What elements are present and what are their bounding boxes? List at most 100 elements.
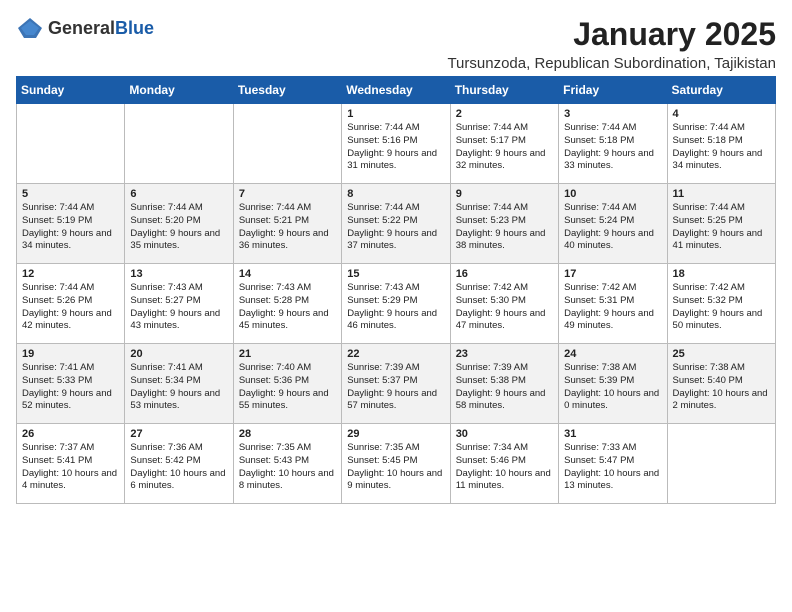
day-info: Sunrise: 7:39 AMSunset: 5:38 PMDaylight:… — [456, 362, 553, 413]
calendar-cell — [667, 424, 775, 504]
day-number: 26 — [22, 428, 119, 440]
day-info: Sunrise: 7:44 AMSunset: 5:25 PMDaylight:… — [673, 202, 770, 253]
calendar-cell: 26Sunrise: 7:37 AMSunset: 5:41 PMDayligh… — [17, 424, 125, 504]
calendar-cell: 22Sunrise: 7:39 AMSunset: 5:37 PMDayligh… — [342, 344, 450, 424]
calendar-cell: 1Sunrise: 7:44 AMSunset: 5:16 PMDaylight… — [342, 104, 450, 184]
calendar-cell: 31 Sunrise: 7:33 AMSunset: 5:47 PMDayligh… — [559, 424, 667, 504]
day-number: 25 — [673, 348, 770, 360]
day-number: 23 — [456, 348, 553, 360]
day-number: 12 — [22, 268, 119, 280]
calendar-cell: 30 Sunrise: 7:34 AMSunset: 5:46 PMDayligh… — [450, 424, 558, 504]
day-number: 15 — [347, 268, 444, 280]
day-info: Sunrise: 7:44 AMSunset: 5:19 PMDaylight:… — [22, 202, 119, 253]
calendar-cell: 7 Sunrise: 7:44 AMSunset: 5:21 PMDaylight… — [233, 184, 341, 264]
logo-text-blue: Blue — [115, 18, 154, 38]
calendar-cell: 24Sunrise: 7:38 AMSunset: 5:39 PMDayligh… — [559, 344, 667, 424]
day-info: Sunrise: 7:44 AMSunset: 5:18 PMDaylight:… — [673, 122, 770, 173]
calendar-cell: 28Sunrise: 7:35 AMSunset: 5:43 PMDayligh… — [233, 424, 341, 504]
day-number: 7 — [239, 188, 336, 200]
day-info: Sunrise: 7:42 AMSunset: 5:31 PMDaylight:… — [564, 282, 661, 333]
weekday-header-row: SundayMondayTuesdayWednesdayThursdayFrid… — [17, 77, 776, 104]
day-number: 22 — [347, 348, 444, 360]
calendar-cell: 27 Sunrise: 7:36 AMSunset: 5:42 PMDayligh… — [125, 424, 233, 504]
day-info: Sunrise: 7:43 AMSunset: 5:27 PMDaylight:… — [130, 282, 227, 333]
week-row-4: 19Sunrise: 7:41 AMSunset: 5:33 PMDayligh… — [17, 344, 776, 424]
weekday-header-wednesday: Wednesday — [342, 77, 450, 104]
week-row-3: 12Sunrise: 7:44 AMSunset: 5:26 PMDayligh… — [17, 264, 776, 344]
day-number: 14 — [239, 268, 336, 280]
calendar-cell: 2Sunrise: 7:44 AMSunset: 5:17 PMDaylight… — [450, 104, 558, 184]
day-info: Sunrise: 7:40 AMSunset: 5:36 PMDaylight:… — [239, 362, 336, 413]
weekday-header-friday: Friday — [559, 77, 667, 104]
calendar-cell: 17 Sunrise: 7:42 AMSunset: 5:31 PMDayligh… — [559, 264, 667, 344]
calendar-cell: 4 Sunrise: 7:44 AMSunset: 5:18 PMDaylight… — [667, 104, 775, 184]
calendar-cell — [125, 104, 233, 184]
day-number: 27 — [130, 428, 227, 440]
calendar-cell: 19Sunrise: 7:41 AMSunset: 5:33 PMDayligh… — [17, 344, 125, 424]
weekday-header-monday: Monday — [125, 77, 233, 104]
day-number: 16 — [456, 268, 553, 280]
day-info: Sunrise: 7:35 AMSunset: 5:45 PMDaylight:… — [347, 442, 444, 493]
location-title: Tursunzoda, Republican Subordination, Ta… — [447, 55, 776, 72]
day-info: Sunrise: 7:44 AMSunset: 5:16 PMDaylight:… — [347, 122, 444, 173]
logo-icon — [16, 16, 44, 40]
calendar-table: SundayMondayTuesdayWednesdayThursdayFrid… — [16, 76, 776, 504]
day-number: 10 — [564, 188, 661, 200]
day-number: 4 — [673, 108, 770, 120]
calendar-cell: 14 Sunrise: 7:43 AMSunset: 5:28 PMDayligh… — [233, 264, 341, 344]
day-number: 30 — [456, 428, 553, 440]
day-number: 31 — [564, 428, 661, 440]
day-number: 21 — [239, 348, 336, 360]
month-title: January 2025 — [447, 16, 776, 53]
day-number: 13 — [130, 268, 227, 280]
day-info: Sunrise: 7:44 AMSunset: 5:24 PMDaylight:… — [564, 202, 661, 253]
day-number: 8 — [347, 188, 444, 200]
calendar-cell: 6Sunrise: 7:44 AMSunset: 5:20 PMDaylight… — [125, 184, 233, 264]
calendar-cell — [233, 104, 341, 184]
logo-text-general: General — [48, 18, 115, 38]
calendar-cell: 3Sunrise: 7:44 AMSunset: 5:18 PMDaylight… — [559, 104, 667, 184]
day-info: Sunrise: 7:44 AMSunset: 5:23 PMDaylight:… — [456, 202, 553, 253]
logo: GeneralBlue — [16, 16, 154, 40]
day-number: 20 — [130, 348, 227, 360]
weekday-header-tuesday: Tuesday — [233, 77, 341, 104]
day-info: Sunrise: 7:34 AMSunset: 5:46 PMDaylight:… — [456, 442, 553, 493]
day-info: Sunrise: 7:35 AMSunset: 5:43 PMDaylight:… — [239, 442, 336, 493]
week-row-5: 26Sunrise: 7:37 AMSunset: 5:41 PMDayligh… — [17, 424, 776, 504]
day-number: 18 — [673, 268, 770, 280]
weekday-header-sunday: Sunday — [17, 77, 125, 104]
calendar-cell: 25Sunrise: 7:38 AMSunset: 5:40 PMDayligh… — [667, 344, 775, 424]
calendar-cell: 13 Sunrise: 7:43 AMSunset: 5:27 PMDayligh… — [125, 264, 233, 344]
day-number: 19 — [22, 348, 119, 360]
day-info: Sunrise: 7:44 AMSunset: 5:18 PMDaylight:… — [564, 122, 661, 173]
day-number: 2 — [456, 108, 553, 120]
day-info: Sunrise: 7:44 AMSunset: 5:20 PMDaylight:… — [130, 202, 227, 253]
day-info: Sunrise: 7:44 AMSunset: 5:22 PMDaylight:… — [347, 202, 444, 253]
weekday-header-saturday: Saturday — [667, 77, 775, 104]
calendar-cell: 10 Sunrise: 7:44 AMSunset: 5:24 PMDayligh… — [559, 184, 667, 264]
page-header: GeneralBlue January 2025 Tursunzoda, Rep… — [16, 16, 776, 72]
day-info: Sunrise: 7:36 AMSunset: 5:42 PMDaylight:… — [130, 442, 227, 493]
calendar-cell: 11Sunrise: 7:44 AMSunset: 5:25 PMDayligh… — [667, 184, 775, 264]
calendar-cell: 9 Sunrise: 7:44 AMSunset: 5:23 PMDaylight… — [450, 184, 558, 264]
calendar-cell: 12Sunrise: 7:44 AMSunset: 5:26 PMDayligh… — [17, 264, 125, 344]
day-number: 17 — [564, 268, 661, 280]
calendar-cell: 16 Sunrise: 7:42 AMSunset: 5:30 PMDayligh… — [450, 264, 558, 344]
day-info: Sunrise: 7:44 AMSunset: 5:21 PMDaylight:… — [239, 202, 336, 253]
day-number: 29 — [347, 428, 444, 440]
calendar-cell: 20 Sunrise: 7:41 AMSunset: 5:34 PMDayligh… — [125, 344, 233, 424]
day-info: Sunrise: 7:41 AMSunset: 5:34 PMDaylight:… — [130, 362, 227, 413]
day-info: Sunrise: 7:43 AMSunset: 5:29 PMDaylight:… — [347, 282, 444, 333]
calendar-cell: 21 Sunrise: 7:40 AMSunset: 5:36 PMDayligh… — [233, 344, 341, 424]
calendar-cell — [17, 104, 125, 184]
day-info: Sunrise: 7:33 AMSunset: 5:47 PMDaylight:… — [564, 442, 661, 493]
day-number: 24 — [564, 348, 661, 360]
weekday-header-thursday: Thursday — [450, 77, 558, 104]
day-info: Sunrise: 7:42 AMSunset: 5:30 PMDaylight:… — [456, 282, 553, 333]
calendar-cell: 8 Sunrise: 7:44 AMSunset: 5:22 PMDaylight… — [342, 184, 450, 264]
calendar-cell: 29 Sunrise: 7:35 AMSunset: 5:45 PMDayligh… — [342, 424, 450, 504]
day-info: Sunrise: 7:43 AMSunset: 5:28 PMDaylight:… — [239, 282, 336, 333]
day-number: 9 — [456, 188, 553, 200]
week-row-1: 1Sunrise: 7:44 AMSunset: 5:16 PMDaylight… — [17, 104, 776, 184]
day-number: 5 — [22, 188, 119, 200]
